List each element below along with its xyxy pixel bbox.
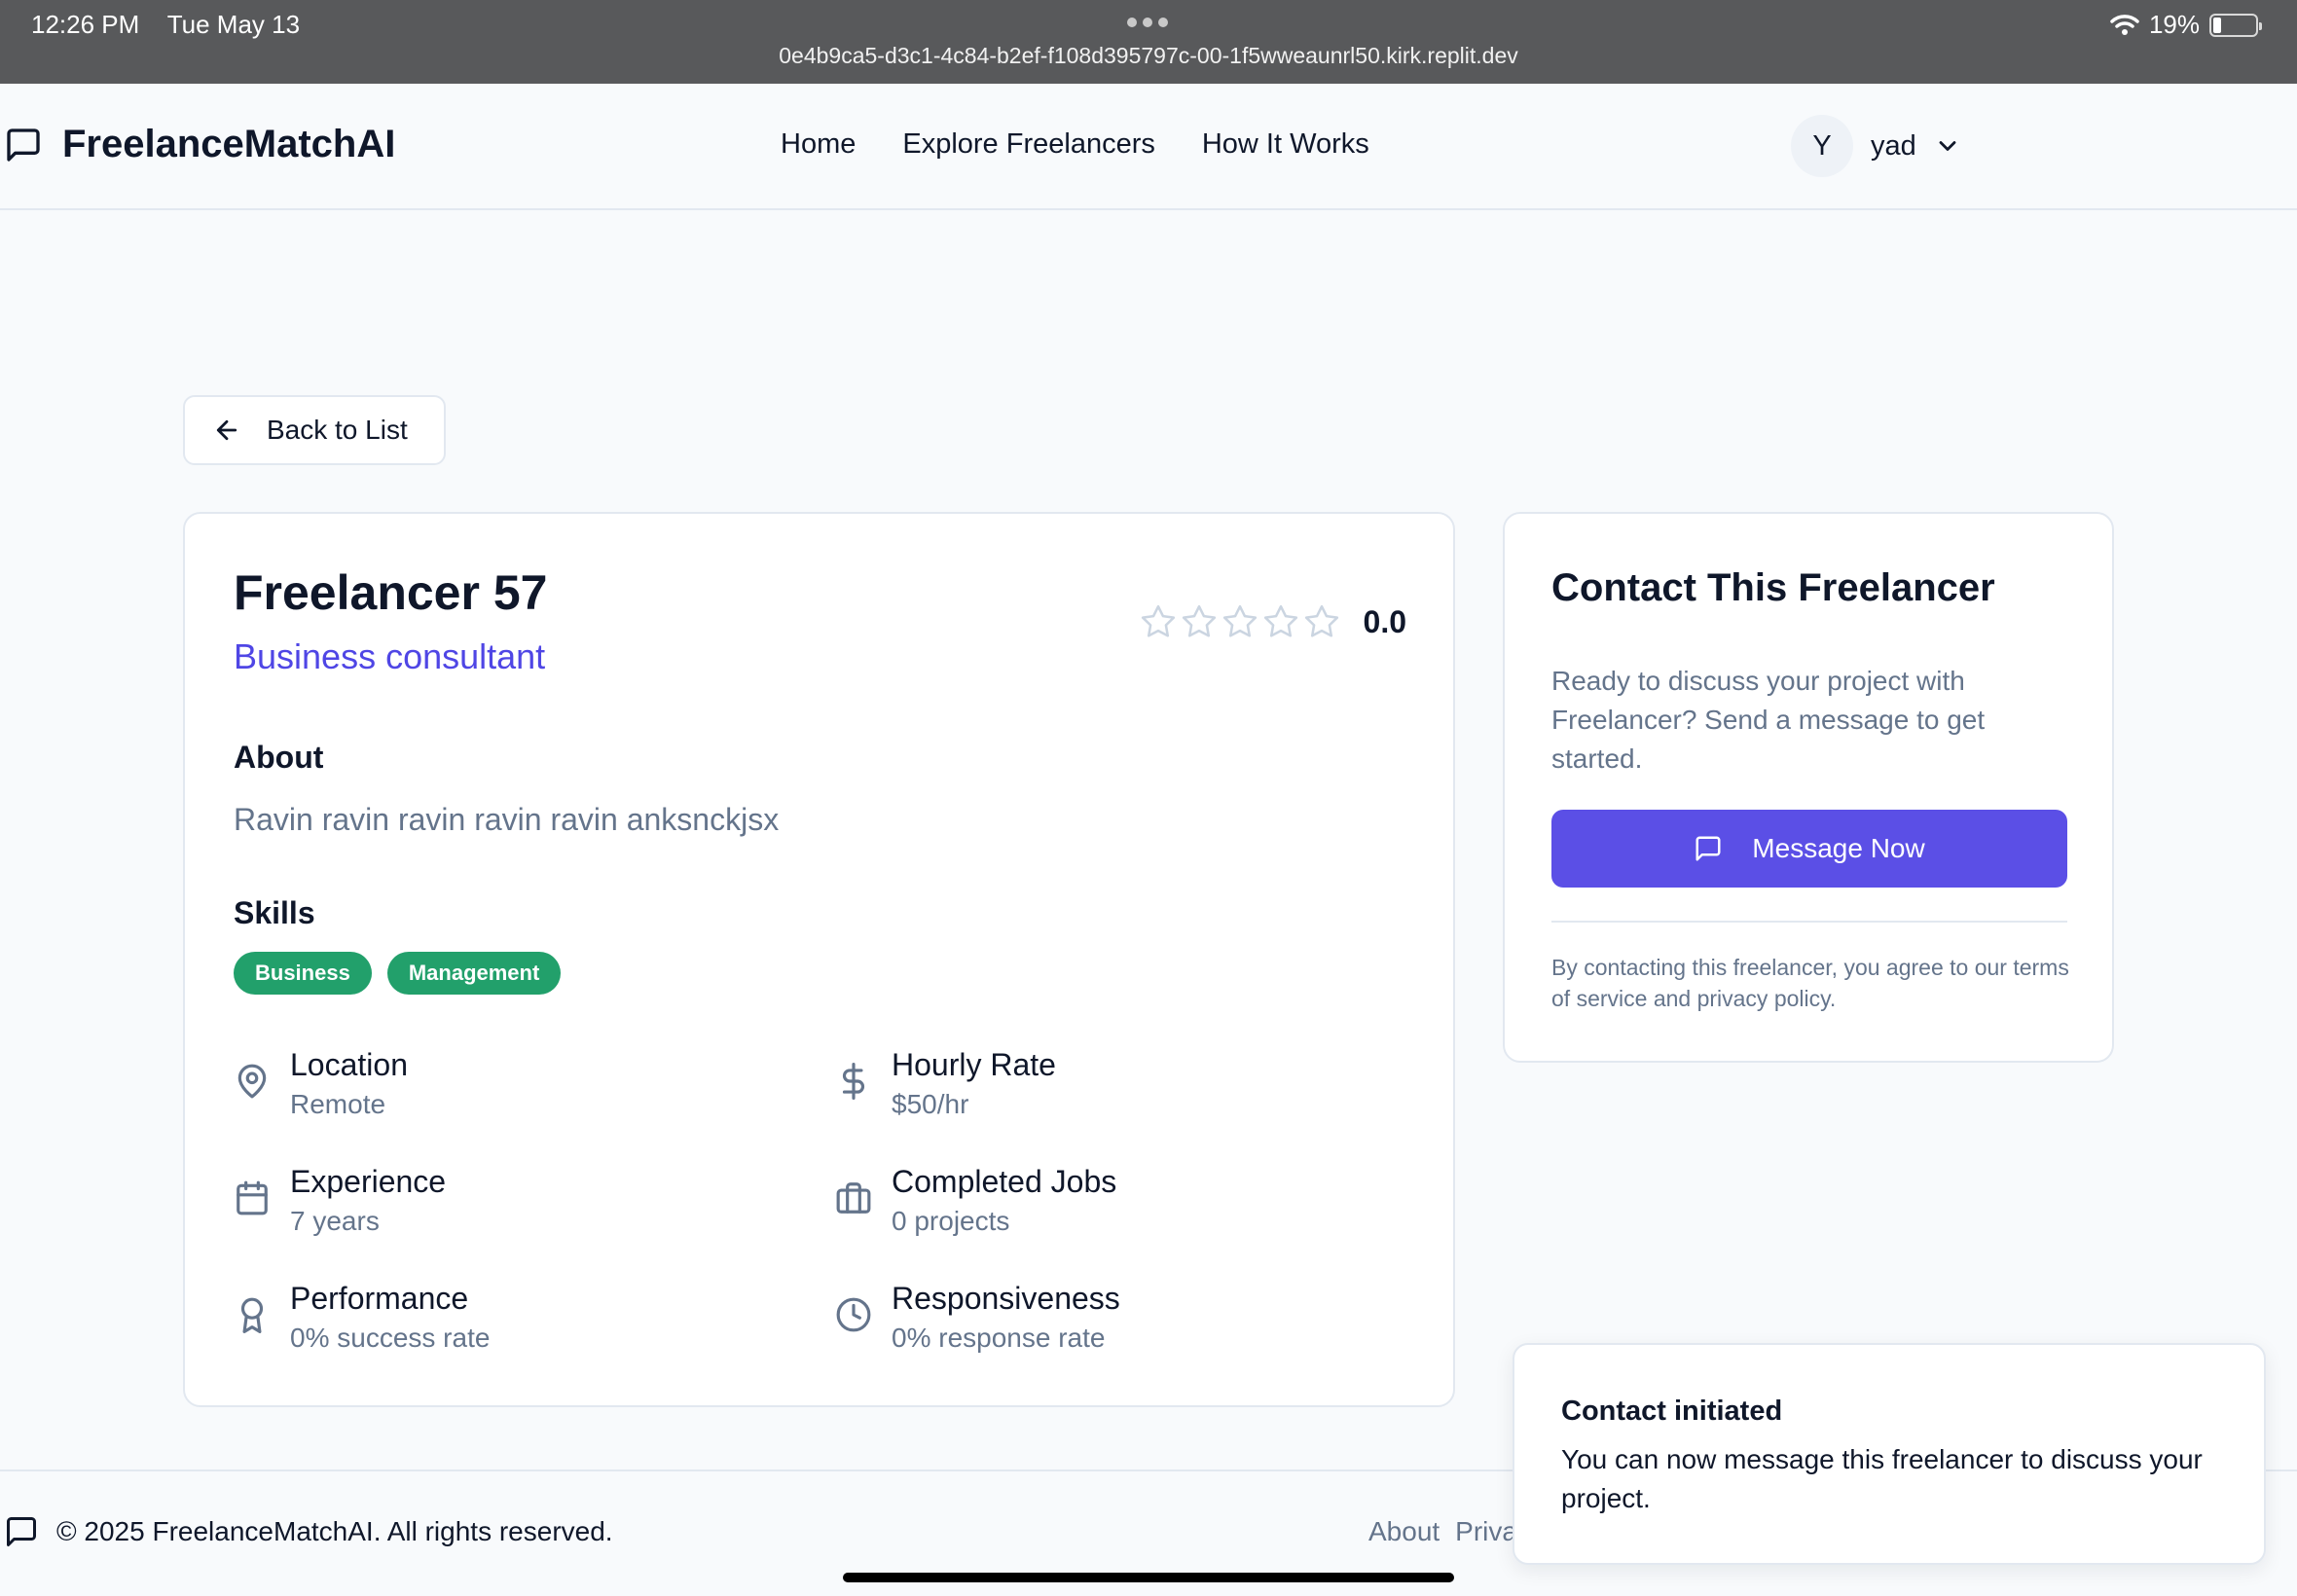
status-time: 12:26 PM [31, 10, 140, 39]
footer-link-privacy[interactable]: Priva [1455, 1516, 1517, 1547]
star-icon [1263, 604, 1297, 637]
wifi-icon [2110, 14, 2139, 35]
stat-performance: Performance 0% success rate [234, 1279, 490, 1359]
avatar: Y [1791, 115, 1853, 177]
about-text: Ravin ravin ravin ravin ravin anksnckjsx [234, 802, 780, 837]
status-indicators: 19% [2110, 10, 2262, 40]
dollar-icon [842, 1063, 864, 1100]
divider [1551, 921, 2067, 923]
stat-responsiveness: Responsiveness 0% response rate [835, 1279, 1120, 1359]
stat-label: Responsiveness [892, 1281, 1120, 1316]
skill-chip: Management [386, 952, 562, 995]
stat-label: Hourly Rate [892, 1047, 1056, 1082]
back-button-label: Back to List [267, 415, 408, 445]
chevron-down-icon [1939, 141, 1956, 151]
footer-link-about[interactable]: About [1368, 1516, 1440, 1547]
message-square-icon [1695, 836, 1721, 861]
footer-links: About Priva [1368, 1516, 1517, 1547]
stat-label: Performance [290, 1281, 469, 1316]
toast-message: You can now message this freelancer to d… [1561, 1444, 2203, 1513]
rating-value: 0.0 [1363, 603, 1406, 639]
brand-logo[interactable]: FreelanceMatchAI [4, 123, 395, 166]
multitask-dots-icon[interactable] [1127, 18, 1168, 27]
skills-heading: Skills [234, 895, 315, 930]
stat-label: Experience [290, 1164, 447, 1199]
about-heading: About [234, 740, 324, 775]
user-menu[interactable]: Y yad [1791, 115, 1961, 177]
status-time-date: 12:26 PM Tue May 13 [31, 10, 300, 40]
toast-title: Contact initiated [1561, 1396, 1783, 1427]
username: yad [1871, 129, 1916, 162]
battery-icon [2209, 13, 2262, 37]
stat-value: 0% success rate [290, 1323, 491, 1353]
calendar-icon [237, 1180, 268, 1215]
stat-value: 0% response rate [892, 1323, 1106, 1353]
contact-card: Contact This Freelancer Ready to discuss… [1503, 512, 2114, 1063]
star-icon [1182, 604, 1216, 637]
stat-value: Remote [290, 1089, 386, 1119]
skills-list: Business Management [234, 952, 562, 995]
rating: 0.0 [1140, 603, 1406, 640]
contact-text: Ready to discuss your project with Freel… [1551, 666, 1986, 774]
stat-hourly-rate: Hourly Rate $50/hr [835, 1045, 1056, 1125]
main-nav: Home Explore Freelancers How It Works [781, 128, 1369, 161]
clock-icon [836, 1297, 871, 1332]
back-to-list-button[interactable]: Back to List [183, 395, 446, 465]
terms-notice: By contacting this freelancer, you agree… [1551, 955, 2069, 1011]
site-header: FreelanceMatchAI Home Explore Freelancer… [0, 84, 2297, 210]
message-square-icon [7, 127, 40, 162]
freelancer-name: Freelancer 57 [234, 565, 548, 620]
stat-label: Completed Jobs [892, 1164, 1117, 1199]
footer-brand: © 2025 FreelanceMatchAI. All rights rese… [4, 1514, 613, 1549]
stat-label: Location [290, 1047, 408, 1082]
stat-location: Location Remote [234, 1045, 408, 1125]
stat-completed-jobs: Completed Jobs 0 projects [835, 1162, 1116, 1242]
status-bar: 12:26 PM Tue May 13 0e4b9ca5-d3c1-4c84-b… [0, 0, 2297, 84]
rating-stars [1140, 603, 1340, 640]
nav-how-it-works[interactable]: How It Works [1202, 128, 1369, 161]
nav-home[interactable]: Home [781, 128, 856, 161]
briefcase-icon [836, 1182, 871, 1214]
stat-value: $50/hr [892, 1089, 969, 1119]
stat-value: 7 years [290, 1206, 380, 1236]
home-indicator[interactable] [843, 1573, 1454, 1582]
freelancer-profile-card: Freelancer 57 Business consultant 0.0 Ab… [183, 512, 1455, 1407]
arrow-left-icon [216, 419, 237, 441]
star-icon [1222, 604, 1257, 637]
map-pin-icon [237, 1064, 267, 1099]
browser-url[interactable]: 0e4b9ca5-d3c1-4c84-b2ef-f108d395797c-00-… [0, 43, 2297, 69]
star-icon [1304, 604, 1338, 637]
skill-chip: Business [234, 952, 372, 995]
battery-percent: 19% [2148, 10, 2200, 39]
contact-heading: Contact This Freelancer [1551, 566, 1995, 609]
freelancer-title: Business consultant [234, 636, 546, 676]
toast-notification[interactable]: Contact initiated You can now message th… [1513, 1343, 2266, 1565]
brand-name: FreelanceMatchAI [62, 123, 396, 165]
stat-experience: Experience 7 years [234, 1162, 446, 1242]
message-now-button[interactable]: Message Now [1551, 810, 2067, 888]
copyright: © 2025 FreelanceMatchAI. All rights rese… [56, 1516, 613, 1546]
star-icon [1141, 604, 1175, 637]
message-now-label: Message Now [1752, 833, 1925, 863]
message-square-icon [7, 1517, 36, 1546]
stat-value: 0 projects [892, 1206, 1010, 1236]
nav-explore-freelancers[interactable]: Explore Freelancers [902, 128, 1155, 161]
award-icon [240, 1297, 264, 1333]
status-date: Tue May 13 [166, 10, 301, 39]
